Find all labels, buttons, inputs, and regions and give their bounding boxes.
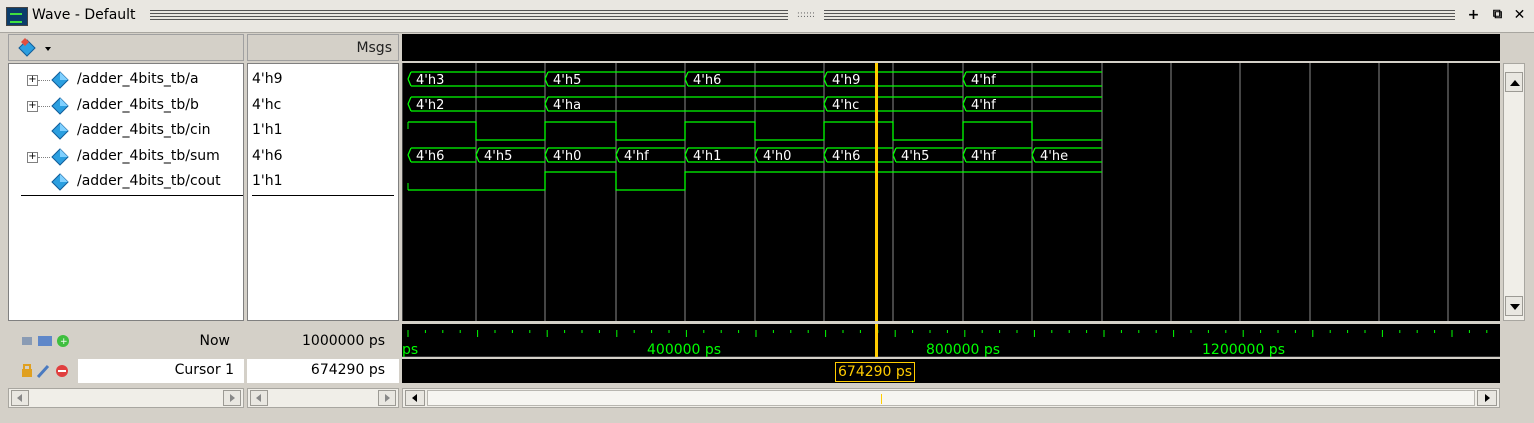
names-hscroll[interactable] [8, 388, 244, 408]
signal-diamond-icon [51, 122, 69, 140]
bus-a-label: 4'h5 [553, 73, 581, 88]
cursor-tools-icon[interactable]: + [22, 333, 74, 349]
signal-value: 4'h9 [252, 71, 283, 87]
bus-sum-label: 4'h6 [416, 149, 444, 164]
cursor-row: Cursor 1 [8, 359, 244, 383]
signal-diamond-icon [51, 71, 69, 89]
cursor-label: Cursor 1 [174, 362, 234, 378]
values-scroll-right[interactable] [378, 390, 396, 406]
undock-button[interactable]: ⧉ [1489, 7, 1506, 24]
bus-sum-label: 4'h0 [763, 149, 791, 164]
signal-name: /adder_4bits_tb/a [77, 71, 199, 87]
bus-a-label: 4'h3 [416, 73, 444, 88]
msgs-header: Msgs [247, 34, 399, 61]
expand-icon[interactable]: + [27, 100, 38, 112]
ruler-label: 800000 ps [926, 342, 1000, 357]
bus-sum-label: 4'h5 [901, 149, 929, 164]
title-bar: Wave - Default :::::: + ⧉ ✕ [0, 0, 1534, 33]
expand-icon[interactable]: + [27, 75, 38, 86]
signal-row[interactable]: /adder_4bits_tb/cin [9, 119, 243, 144]
cursor-value: 674290 ps [310, 362, 385, 378]
bus-a-label: 4'h9 [832, 73, 860, 88]
cursor-line [875, 63, 878, 321]
signal-row[interactable]: /adder_4bits_tb/cout [9, 170, 243, 195]
signal-value: 1'h1 [252, 122, 283, 138]
ruler-cursor-line [875, 324, 878, 357]
cursor-value-cell: 674290 ps [247, 359, 399, 383]
signal-add-icon[interactable] [17, 38, 53, 58]
names-scroll-left[interactable] [11, 390, 29, 406]
bus-sum-label: 4'h6 [832, 149, 860, 164]
signal-diamond-icon [51, 173, 69, 191]
signal-diamond-icon [51, 147, 69, 166]
tree-connector [38, 105, 50, 108]
bus-sum-label: 4'he [1040, 149, 1068, 164]
wave-scroll-thumb[interactable] [427, 390, 1475, 406]
signal-name: /adder_4bits_tb/cout [77, 173, 221, 189]
now-value-cell: 1000000 ps [247, 324, 399, 357]
window-title: Wave - Default [32, 7, 136, 23]
bus-sum-label: 4'h1 [693, 149, 721, 164]
title-grip[interactable]: :::::: [788, 9, 824, 21]
bus-sum-label: 4'hf [971, 149, 996, 164]
cursor-name-box[interactable]: Cursor 1 [78, 359, 244, 383]
msgs-label: Msgs [356, 40, 392, 56]
expand-icon[interactable]: + [27, 151, 38, 163]
scroll-down-button[interactable] [1505, 296, 1523, 316]
signal-name: /adder_4bits_tb/cin [77, 122, 211, 138]
now-value: 1000000 ps [302, 333, 385, 349]
signal-diamond-icon [51, 96, 69, 115]
values-hscroll[interactable] [247, 388, 399, 408]
close-button[interactable]: ✕ [1511, 7, 1528, 24]
signal-names-panel: + /adder_4bits_tb/a + /adder_4bits_tb/b/add… [8, 63, 244, 321]
vertical-scrollbar[interactable] [1503, 63, 1525, 321]
bus-b-label: 4'hf [971, 98, 996, 113]
signal-row[interactable]: + /adder_4bits_tb/sum [9, 145, 243, 170]
svg-text:+: + [60, 337, 68, 347]
wave-header [402, 34, 1500, 61]
values-scroll-left[interactable] [250, 390, 268, 406]
wave-area[interactable]: 4'h3 4'h5 4'h6 4'h9 4'hf 4'h2 4'ha 4'hc 4'hf 4'h6… [402, 63, 1500, 321]
ruler-label: 1200000 ps [1202, 342, 1285, 357]
row-separator [252, 195, 394, 196]
bus-sum-label: 4'hf [624, 149, 649, 164]
bus-b-label: 4'hc [832, 98, 859, 113]
bus-sum-label: 4'h0 [553, 149, 581, 164]
cursor-lock-icon[interactable] [22, 363, 82, 379]
window-icon [6, 7, 28, 26]
dock-plus-button[interactable]: + [1465, 7, 1482, 24]
signal-value: 4'h6 [252, 147, 283, 164]
signal-name: /adder_4bits_tb/b [77, 96, 199, 113]
bus-a-label: 4'h6 [693, 73, 721, 88]
wave-hscroll[interactable] [402, 388, 1500, 408]
bus-b-label: 4'h2 [416, 98, 444, 113]
signal-row[interactable]: + /adder_4bits_tb/b [9, 94, 243, 119]
tree-connector [38, 80, 50, 82]
bus-a-label: 4'hf [971, 73, 996, 88]
cursor-time-tag[interactable]: 674290 ps [835, 362, 916, 382]
names-header [8, 34, 244, 61]
signal-value: 4'hc [252, 96, 282, 113]
wave-scroll-left[interactable] [405, 390, 425, 406]
row-separator [21, 195, 243, 196]
cursor-strip: 674290 ps [402, 359, 1500, 383]
scroll-cursor-marker [881, 394, 882, 404]
time-ruler: ps 400000 ps 800000 ps 1200000 ps [402, 324, 1500, 357]
tree-connector [38, 156, 50, 159]
wave-scroll-right[interactable] [1477, 390, 1497, 406]
signal-values-panel: 4'h9 4'hc 1'h1 4'h6 1'h1 [247, 63, 399, 321]
bus-sum-label: 4'h5 [484, 149, 512, 164]
signal-row[interactable]: + /adder_4bits_tb/a [9, 68, 243, 93]
signal-name: /adder_4bits_tb/sum [77, 147, 220, 164]
ruler-label: ps [402, 342, 418, 357]
scroll-up-button[interactable] [1505, 72, 1523, 92]
now-label: Now [199, 333, 231, 349]
cin-wave [408, 121, 1102, 141]
now-row: + Now [8, 324, 244, 357]
names-scroll-right[interactable] [223, 390, 241, 406]
ruler-label: 400000 ps [647, 342, 721, 357]
bus-b-label: 4'ha [553, 98, 581, 113]
